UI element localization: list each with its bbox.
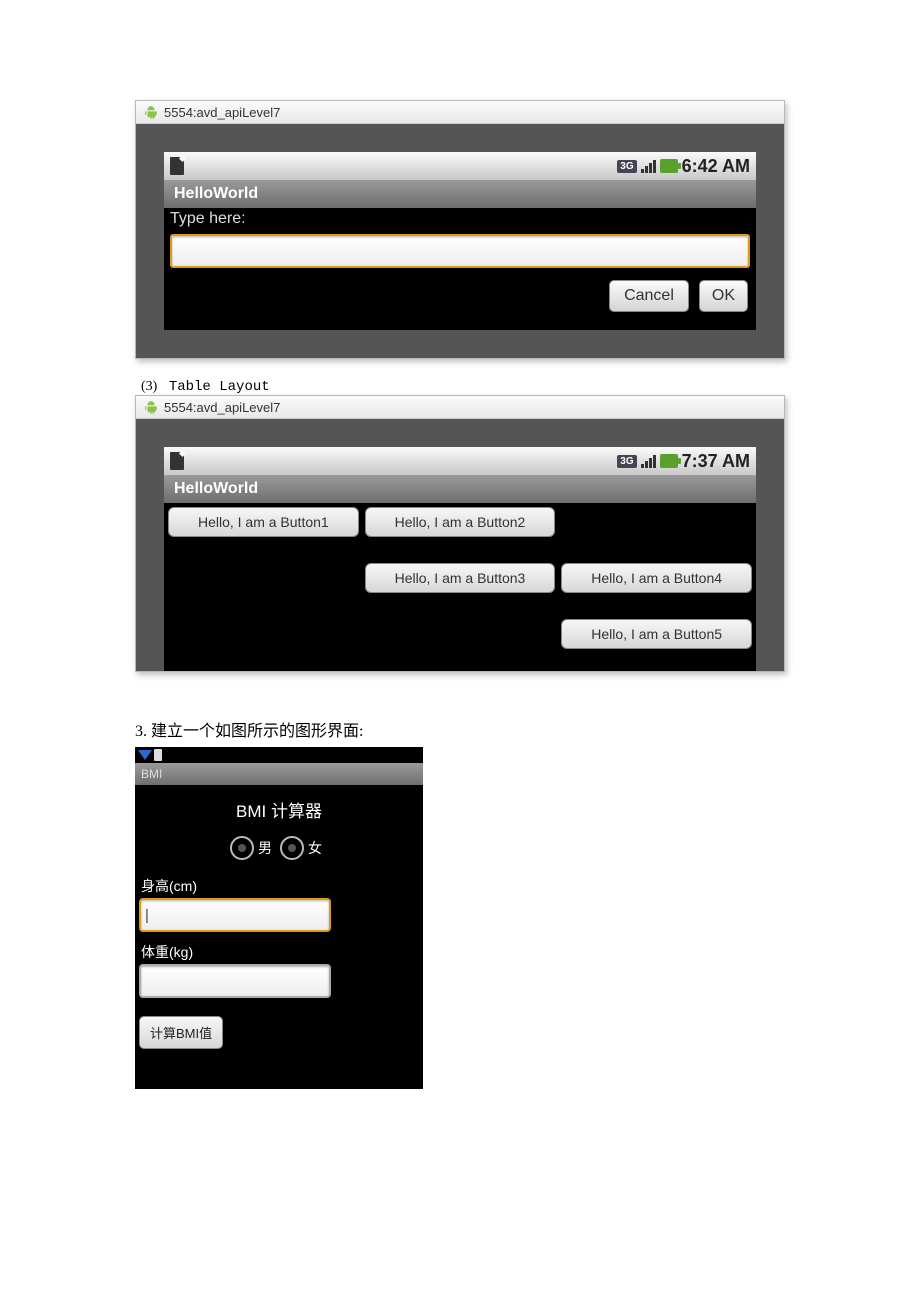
battery-icon xyxy=(660,159,678,173)
android-status-bar: 3G 7:37 AM xyxy=(164,447,756,475)
battery-icon xyxy=(660,454,678,468)
app-title-bar: HelloWorld xyxy=(164,180,756,208)
signal-bars-icon xyxy=(641,454,656,468)
cancel-button[interactable]: Cancel xyxy=(609,280,689,312)
button-3[interactable]: Hello, I am a Button3 xyxy=(365,563,556,593)
sd-card-icon xyxy=(170,157,184,175)
battery-icon xyxy=(154,749,162,761)
android-status-bar: 3G 6:42 AM xyxy=(164,152,756,180)
button-5[interactable]: Hello, I am a Button5 xyxy=(561,619,752,649)
radio-male-label: 男 xyxy=(258,838,272,858)
emulator-window-1: 5554:avd_apiLevel7 3G 6:42 AM HelloWorld xyxy=(135,100,785,359)
app-title-bar: HelloWorld xyxy=(164,475,756,503)
bmi-device: BMI BMI 计算器 男 女 身高(cm) | 体重(kg) 计算BMI值 xyxy=(135,747,423,1089)
radio-female[interactable] xyxy=(280,836,304,860)
android-icon xyxy=(144,105,158,119)
radio-female-label: 女 xyxy=(308,838,322,858)
ok-button[interactable]: OK xyxy=(699,280,748,312)
section-title: Table Layout xyxy=(169,379,270,395)
gender-radio-group: 男 女 xyxy=(135,836,423,876)
input-label: Type here: xyxy=(164,208,756,230)
clock-text: 6:42 AM xyxy=(682,156,750,177)
network-3g-icon: 3G xyxy=(617,455,636,468)
dropdown-icon xyxy=(138,750,152,760)
height-input[interactable]: | xyxy=(139,898,331,932)
emulator-window-2: 5554:avd_apiLevel7 3G 7:37 AM HelloWorld xyxy=(135,395,785,672)
button-4[interactable]: Hello, I am a Button4 xyxy=(561,563,752,593)
button-2[interactable]: Hello, I am a Button2 xyxy=(365,507,556,537)
height-label: 身高(cm) xyxy=(135,876,423,896)
weight-label: 体重(kg) xyxy=(135,942,423,962)
sd-card-icon xyxy=(170,452,184,470)
app-title-bar: BMI xyxy=(135,763,423,785)
bmi-title: BMI 计算器 xyxy=(135,791,423,836)
weight-input[interactable] xyxy=(139,964,331,998)
section-label: (3) Table Layout xyxy=(141,379,785,395)
window-title: 5554:avd_apiLevel7 xyxy=(164,400,280,415)
clock-text: 7:37 AM xyxy=(682,451,750,472)
radio-male[interactable] xyxy=(230,836,254,860)
text-input[interactable] xyxy=(170,234,750,268)
section-number: (3) xyxy=(141,379,157,394)
height-input-value: | xyxy=(145,907,149,924)
network-3g-icon: 3G xyxy=(617,160,636,173)
exercise-heading: 3. 建立一个如图所示的图形界面: xyxy=(135,717,785,741)
calculate-button[interactable]: 计算BMI值 xyxy=(139,1016,223,1049)
button-1[interactable]: Hello, I am a Button1 xyxy=(168,507,359,537)
window-title: 5554:avd_apiLevel7 xyxy=(164,105,280,120)
signal-bars-icon xyxy=(641,159,656,173)
window-titlebar: 5554:avd_apiLevel7 xyxy=(136,101,784,124)
window-titlebar: 5554:avd_apiLevel7 xyxy=(136,396,784,419)
android-icon xyxy=(144,400,158,414)
android-status-bar xyxy=(135,747,423,763)
